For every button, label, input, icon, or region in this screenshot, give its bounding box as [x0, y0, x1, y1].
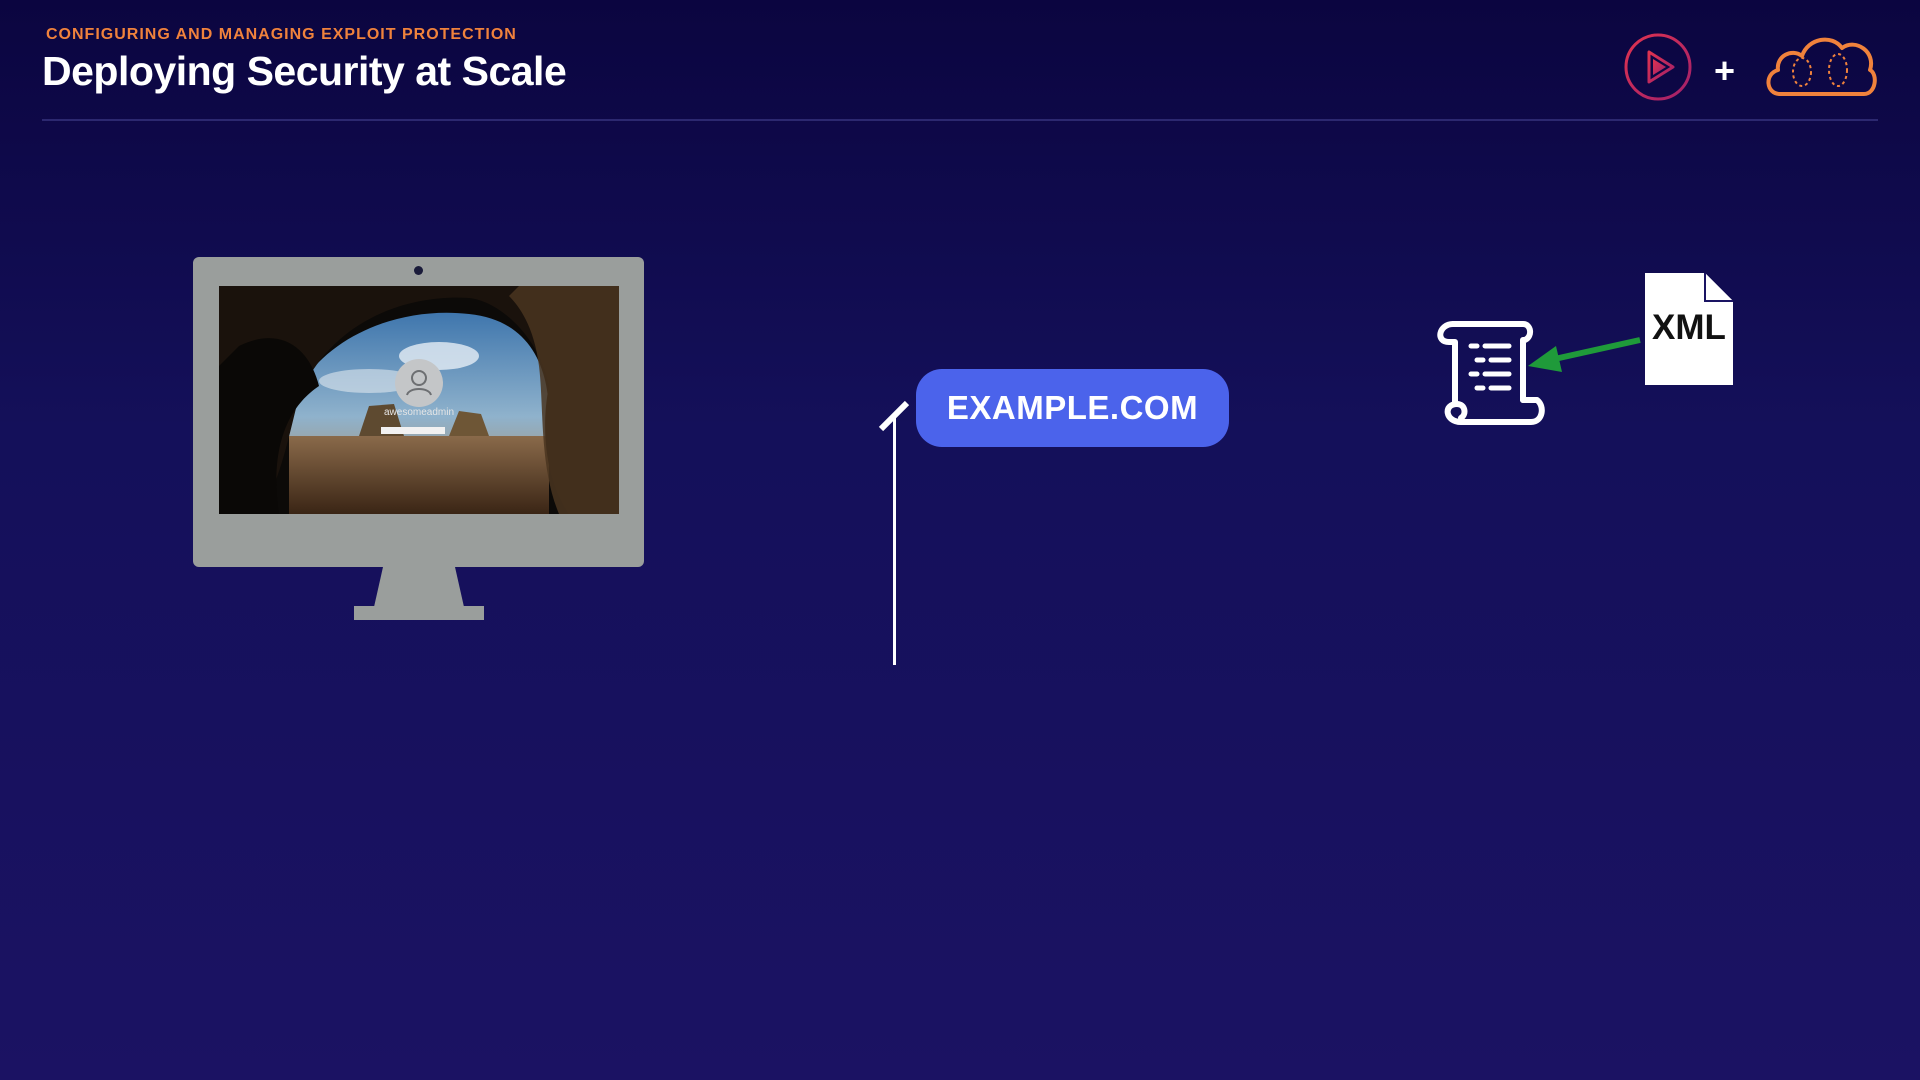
monitor-stand [374, 567, 464, 607]
domain-pill: EXAMPLE.COM [916, 369, 1229, 447]
monitor: awesomeadmin [193, 257, 644, 567]
login-username: awesomeadmin [383, 407, 455, 418]
slide-kicker: CONFIGURING AND MANAGING EXPLOIT PROTECT… [46, 26, 517, 43]
password-field[interactable] [381, 427, 445, 434]
title-divider [42, 119, 1878, 121]
camera-dot [414, 266, 423, 275]
xml-file-label: XML [1652, 308, 1726, 347]
login-screen: awesomeadmin [219, 286, 619, 514]
plus-sign: + [1714, 50, 1736, 91]
user-icon [406, 370, 432, 396]
slide-title: Deploying Security at Scale [42, 48, 567, 94]
monitor-base [354, 606, 484, 620]
avatar[interactable] [395, 359, 443, 407]
play-logo-icon [1624, 33, 1692, 101]
domain-connector-line [893, 418, 896, 665]
green-arrow-icon [1528, 337, 1641, 372]
cloud-logo-icon [1766, 37, 1877, 96]
